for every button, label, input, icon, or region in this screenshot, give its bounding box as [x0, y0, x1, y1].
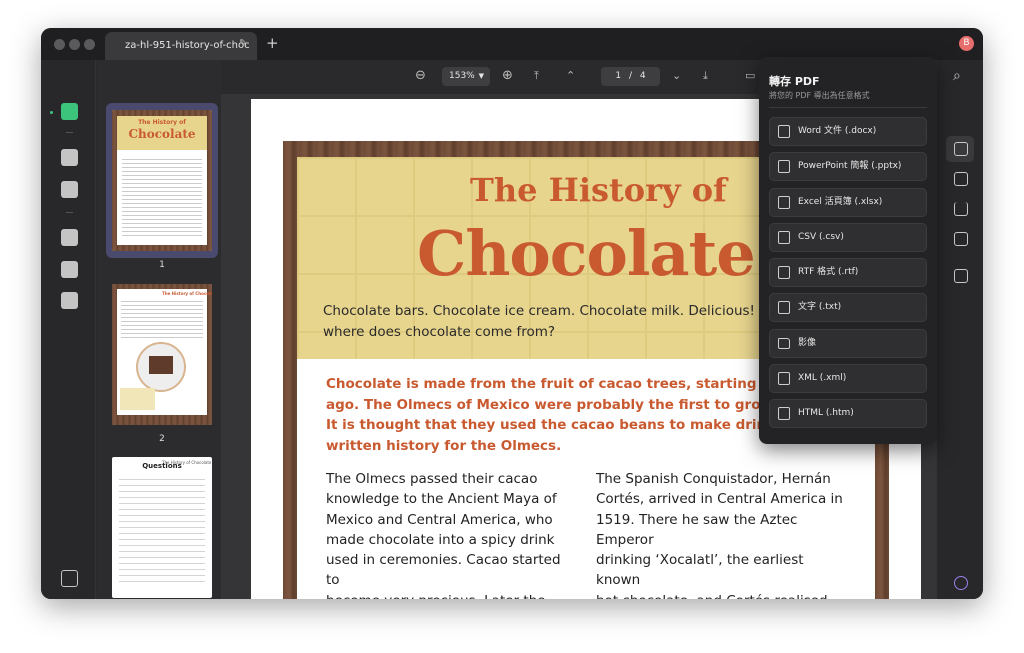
word-file-icon: [778, 125, 790, 138]
form-tool-icon[interactable]: [61, 261, 78, 278]
export-image-button[interactable]: 影像: [769, 329, 927, 358]
convert-pdf-icon[interactable]: [954, 142, 968, 156]
intro-text: Chocolate bars. Chocolate ice cream. Cho…: [323, 303, 783, 340]
organize-pages-icon[interactable]: [61, 229, 78, 246]
export-word-button[interactable]: Word 文件 (.docx): [769, 117, 927, 146]
powerpoint-file-icon: [778, 160, 790, 173]
toolbar-divider: [66, 212, 73, 213]
email-icon[interactable]: [954, 232, 968, 246]
right-toolbar: ⌕: [936, 60, 983, 599]
page-navigator[interactable]: 1 / 4: [601, 67, 660, 86]
rtf-file-icon: [778, 266, 790, 279]
export-option-label: Word 文件 (.docx): [798, 126, 877, 136]
image-folder-icon: [778, 338, 790, 349]
export-text-button[interactable]: 文字 (.txt): [769, 293, 927, 322]
zoom-value: 153%: [449, 71, 475, 81]
export-powerpoint-button[interactable]: PowerPoint 簡報 (.pptx): [769, 152, 927, 181]
export-option-label: PowerPoint 簡報 (.pptx): [798, 161, 902, 171]
export-option-label: XML (.xml): [798, 373, 847, 383]
export-option-label: Excel 活頁簿 (.xlsx): [798, 197, 883, 207]
thumbnail-title-big: Chocolate: [128, 127, 196, 141]
share-icon[interactable]: [954, 202, 968, 216]
minimize-window-button[interactable]: [69, 39, 80, 50]
excel-file-icon: [778, 196, 790, 209]
page-thumbnail-1[interactable]: The History of Chocolate: [112, 110, 212, 251]
ai-assistant-icon[interactable]: [954, 576, 968, 590]
zoom-out-icon[interactable]: ⊖: [415, 68, 426, 84]
document-title: Chocolate: [417, 217, 756, 290]
thumbnail-title-small: The History of Chocolate: [162, 291, 212, 296]
chevron-down-icon: ▼: [478, 72, 484, 80]
export-csv-button[interactable]: CSV (.csv): [769, 223, 927, 252]
export-option-label: 影像: [798, 338, 817, 348]
export-option-label: CSV (.csv): [798, 232, 844, 242]
ocr-tool-icon[interactable]: [61, 292, 78, 309]
active-indicator: [50, 111, 53, 114]
toolbar-divider: [66, 132, 73, 133]
text-file-icon: [778, 301, 790, 314]
reader-mode-icon[interactable]: [61, 103, 78, 120]
left-toolbar: [41, 60, 96, 599]
popup-subtitle: 將您的 PDF 導出為任意格式: [769, 91, 870, 100]
new-tab-button[interactable]: +: [266, 34, 279, 52]
document-tab[interactable]: za-hl-951-history-of-choc: [105, 32, 257, 60]
column-left-paragraph: The Olmecs passed their cacao knowledge …: [326, 471, 561, 599]
close-window-button[interactable]: [54, 39, 65, 50]
page-number-2: 2: [159, 434, 165, 444]
column-right-paragraph: The Spanish Conquistador, Hernán Cortés,…: [596, 471, 843, 599]
user-avatar[interactable]: B: [959, 36, 974, 51]
layers-icon[interactable]: [61, 570, 78, 587]
thumbnail-title-small: The History of: [138, 119, 186, 126]
export-excel-button[interactable]: Excel 活頁簿 (.xlsx): [769, 188, 927, 217]
first-page-icon[interactable]: ⤒: [534, 68, 539, 84]
popup-divider: [769, 107, 927, 108]
html-file-icon: [778, 407, 790, 420]
current-page-input[interactable]: 1: [615, 71, 621, 81]
export-option-label: 文字 (.txt): [798, 302, 842, 312]
total-pages: 4: [639, 71, 646, 81]
save-icon[interactable]: [954, 269, 968, 283]
popup-title: 轉存 PDF: [769, 75, 820, 88]
export-option-label: RTF 格式 (.rtf): [798, 267, 859, 277]
thumbnail-title-big: Questions: [142, 462, 182, 470]
xml-file-icon: [778, 372, 790, 385]
edit-tab-name-icon[interactable]: ✎: [239, 38, 247, 49]
zoom-in-icon[interactable]: ⊕: [502, 68, 513, 84]
comment-tool-icon[interactable]: [61, 149, 78, 166]
export-pdf-popup: 轉存 PDF 將您的 PDF 導出為任意格式 Word 文件 (.docx) P…: [759, 57, 937, 444]
export-html-button[interactable]: HTML (.htm): [769, 399, 927, 428]
protect-pdf-icon[interactable]: [954, 172, 968, 186]
page-thumbnail-2[interactable]: The History of Chocolate: [112, 284, 212, 425]
page-separator: /: [628, 71, 633, 81]
export-option-label: HTML (.htm): [798, 408, 854, 418]
export-xml-button[interactable]: XML (.xml): [769, 364, 927, 393]
next-page-icon[interactable]: ⌄: [672, 68, 681, 84]
page-thumbnail-3[interactable]: The History of Chocolate Questions: [112, 457, 212, 598]
zoom-window-button[interactable]: [84, 39, 95, 50]
last-page-icon[interactable]: ⤓: [703, 68, 708, 84]
thumbnail-panel: The History of Chocolate 1 The History o…: [97, 60, 221, 599]
title-bar: za-hl-951-history-of-choc ✎ + B: [41, 28, 983, 60]
comment-list-icon[interactable]: ▭: [745, 68, 755, 84]
document-tab-title: za-hl-951-history-of-choc: [125, 40, 250, 51]
csv-file-icon: [778, 231, 790, 244]
page-number-1: 1: [159, 260, 165, 270]
document-title-small: The History of: [470, 171, 727, 209]
zoom-select[interactable]: 153% ▼: [442, 67, 490, 86]
export-rtf-button[interactable]: RTF 格式 (.rtf): [769, 258, 927, 287]
previous-page-icon[interactable]: ⌃: [566, 68, 575, 84]
edit-pdf-icon[interactable]: [61, 181, 78, 198]
search-icon[interactable]: ⌕: [953, 68, 961, 84]
